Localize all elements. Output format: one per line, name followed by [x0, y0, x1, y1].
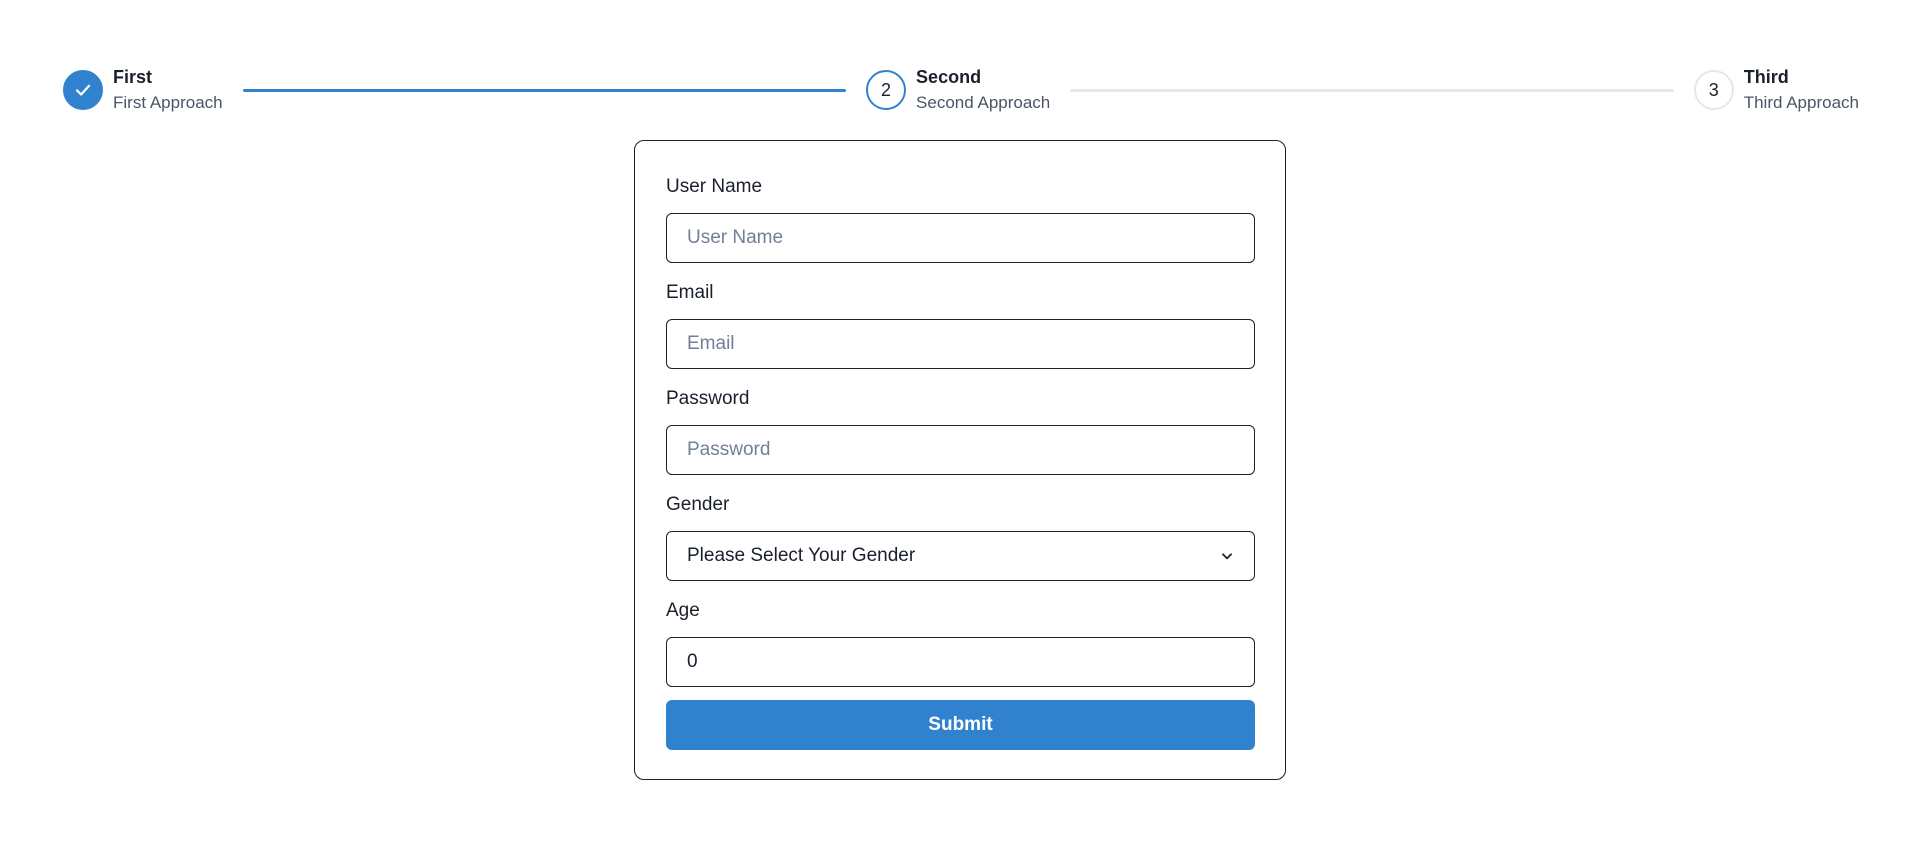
check-icon — [75, 84, 91, 96]
step-first[interactable]: First First Approach — [63, 64, 223, 116]
gender-selected-value: Please Select Your Gender — [687, 545, 916, 566]
gender-label: Gender — [666, 494, 730, 515]
step-title: Third — [1743, 67, 1789, 87]
step-title: Second — [916, 67, 982, 87]
registration-form: User Name Email Password Gender Please S… — [634, 140, 1286, 780]
step-description: First Approach — [113, 93, 223, 112]
step-title: First — [113, 67, 153, 87]
email-label: Email — [666, 282, 714, 303]
step-number-indicator: 3 — [1693, 70, 1734, 110]
email-input[interactable] — [666, 319, 1255, 369]
step-second[interactable]: 2 Second Second Approach — [866, 64, 1050, 116]
age-label: Age — [666, 600, 700, 621]
password-label: Password — [666, 388, 750, 409]
stepper: First First Approach 2 Second Second App… — [63, 62, 1859, 118]
step-separator — [242, 88, 847, 92]
username-input[interactable] — [666, 213, 1255, 263]
age-input[interactable] — [666, 637, 1255, 687]
chevron-down-icon — [1220, 549, 1234, 563]
step-number-indicator: 2 — [866, 70, 907, 110]
step-description: Second Approach — [916, 93, 1051, 112]
gender-select[interactable]: Please Select Your Gender — [666, 531, 1255, 581]
step-third[interactable]: 3 Third Third Approach — [1693, 64, 1859, 116]
submit-button[interactable]: Submit — [666, 700, 1255, 750]
username-label: User Name — [666, 176, 763, 197]
step-complete-indicator — [63, 70, 103, 110]
step-separator — [1070, 88, 1674, 92]
step-description: Third Approach — [1743, 93, 1859, 112]
password-input[interactable] — [666, 425, 1255, 475]
